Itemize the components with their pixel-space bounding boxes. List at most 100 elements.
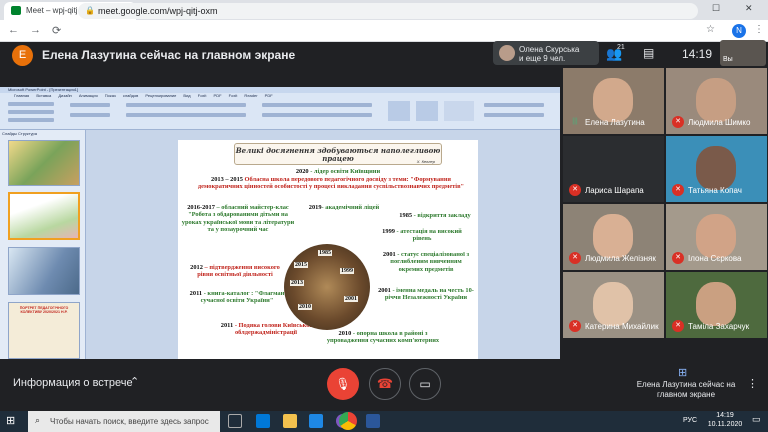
lock-icon: 🔒 [85,6,95,15]
participant-video [593,78,633,122]
participant-tile[interactable]: ✕ Людмила Шимко [666,68,767,134]
participant-tile[interactable]: ✕ Катерина Михайлик [563,272,664,338]
ribbon-group [126,103,246,107]
chevron-up-icon[interactable]: ⌃ [130,375,139,388]
mic-off-icon: ✕ [672,116,684,128]
ribbon-group [70,113,110,117]
slides-panel-tabs[interactable]: Слайды Структура [2,131,37,136]
mic-off-button[interactable]: 🎙 [327,368,359,400]
ribbon-group [388,101,410,121]
clock-year: 2013 [290,280,304,286]
participant-tile[interactable]: ✕ Людмила Желізняк [563,204,664,270]
mic-off-icon: ✕ [672,252,684,264]
meeting-clock: 14:19 [682,47,713,61]
slide-thumbnail[interactable] [8,247,80,295]
close-window-button[interactable]: ✕ [745,3,753,14]
url-text: meet.google.com/wpj-qitj-oxm [98,6,218,16]
more-options-icon[interactable]: ⋮ [747,377,758,390]
file-explorer-icon[interactable] [283,414,297,428]
camera-button[interactable]: ▭ [409,368,441,400]
item-1985: 1985 - відкриття закладу [399,212,471,219]
item-2010: 2010 - опорна школа в районі з упровадже… [326,330,440,345]
meet-favicon-icon [11,6,21,15]
participant-tile[interactable]: ✕ Ілона Сєркова [666,204,767,270]
camera-icon: ▭ [419,377,431,391]
mic-off-icon: ✕ [569,184,581,196]
mic-off-icon: ✕ [569,252,581,264]
powerpoint-ribbon: Главная Вставка Дизайн Анимация Показ сл… [0,93,560,130]
participant-tile[interactable]: ✕ Тамiла Захарчук [666,272,767,338]
reload-icon[interactable]: ⟳ [52,24,61,37]
participant-tile[interactable]: ||| Елена Лазутина [563,68,664,134]
thumbnail-title: ПОРТРЕТ ПЕДАГОГІЧНОГО КОЛЕКТИВУ 2020/202… [19,306,69,314]
self-label: Вы [723,56,733,63]
present-screen-icon[interactable]: ⊞ [678,366,687,379]
participants-preview-line2: и еще 9 чел. [519,54,566,63]
ribbon-group [8,118,54,122]
ribbon-group [8,102,54,106]
item-1999: 1999 - атестація на високий рівень [382,228,462,243]
slide-thumbnail[interactable] [8,192,80,240]
item-2013: 2013 – 2015 Обласна школа передового пед… [197,176,465,191]
participant-tile[interactable]: ✕ Татьяна Копач [666,136,767,202]
item-2001b: 2001 - іменна медаль на честь 10-річчя Н… [378,287,474,302]
hang-up-button[interactable]: ☎ [369,368,401,400]
maximize-button[interactable]: ☐ [712,3,720,14]
presenting-status: Елена Лазутина сейчас на главном экране [636,380,736,399]
task-view-icon[interactable] [228,414,242,428]
participant-video [696,282,736,326]
chrome-icon[interactable] [339,412,357,430]
item-2020: 2020 - лідер освіти Київщини [295,168,381,175]
chat-icon[interactable]: ▤ [643,46,654,60]
participant-name: Людмила Шимко [688,118,751,127]
url-field[interactable]: 🔒 meet.google.com/wpj-qitj-oxm [78,3,698,19]
mic-off-icon: ✕ [672,320,684,332]
clock-year: 2015 [294,262,308,268]
ribbon-group [126,113,246,117]
word-icon[interactable] [366,414,380,428]
participant-name: Елена Лазутина [585,118,645,127]
presenting-banner: Елена Лазутина сейчас на главном экране [42,48,296,62]
clock-year: 1985 [318,250,332,256]
participant-video [593,282,633,326]
banner-author: Х. Келлер [416,159,435,164]
participant-name: Людмила Желізняк [585,254,656,263]
system-time: 14:19 [716,412,734,419]
self-view-tile[interactable]: Вы [720,40,766,66]
slide-thumbnail[interactable]: ПОРТРЕТ ПЕДАГОГІЧНОГО КОЛЕКТИВУ 2020/202… [8,302,80,359]
ribbon-group [416,101,438,121]
profile-avatar[interactable]: N [732,24,746,38]
ribbon-group [262,113,372,117]
shared-screen: Microsoft PowerPoint - [Презентация1] Гл… [0,87,560,359]
taskbar-search[interactable]: ⌕ Чтобы начать поиск, введите здесь запр… [28,411,220,432]
mic-on-icon: ||| [572,118,578,125]
participant-name: Татьяна Копач [688,186,742,195]
slide-thumbnail[interactable] [8,140,80,186]
participant-name: Лариса Шарапа [585,186,644,195]
back-icon[interactable]: ← [8,24,19,36]
slide-banner: Великі досягнення здобуваються наполегли… [234,143,442,165]
participant-name: Тамiла Захарчук [688,322,750,331]
language-indicator[interactable]: РУС [683,417,697,424]
item-2019: 2019- академічний ліцей [308,204,380,211]
clock-year: 1999 [340,268,354,274]
windows-start-icon[interactable]: ⊞ [6,414,15,427]
participant-name: Катерина Михайлик [585,322,659,331]
search-icon: ⌕ [35,415,41,425]
notification-icon[interactable]: ▭ [752,414,761,425]
item-2012: 2012 – підтвердження високого рівня осві… [190,264,280,279]
ribbon-group [8,110,54,114]
store-icon[interactable] [309,414,323,428]
participants-preview[interactable]: Олена Скурська и еще 9 чел. [493,41,599,65]
slides-panel: Слайды Структура ПОРТРЕТ ПЕДАГОГІЧНОГО К… [0,130,86,359]
phone-hangup-icon: ☎ [376,376,394,391]
forward-icon[interactable]: → [30,24,41,36]
participant-tile[interactable]: ✕ Лариса Шарапа [563,136,664,202]
meeting-info-button[interactable]: Информация о встрече [13,377,133,389]
address-bar-row: ← → ⟳ [0,20,768,42]
participant-video [593,214,633,258]
edge-icon[interactable] [256,414,270,428]
browser-menu-icon[interactable]: ⋮ [754,24,764,35]
bookmark-star-icon[interactable]: ☆ [706,24,715,35]
system-clock[interactable]: 14:19 10.11.2020 [705,411,745,429]
